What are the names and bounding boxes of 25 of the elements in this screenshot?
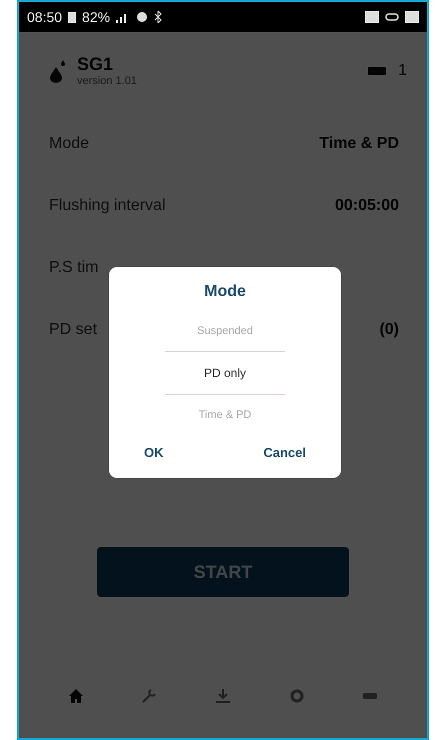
battery-level: 82% <box>82 9 110 25</box>
setting-label: Mode <box>49 135 90 153</box>
device-count: 1 <box>398 62 407 80</box>
ok-button[interactable]: OK <box>140 441 168 464</box>
download-icon[interactable] <box>214 688 231 704</box>
status-time: 08:50 <box>27 9 62 25</box>
setting-label: PD set <box>49 321 98 339</box>
setting-value[interactable]: Time & PD <box>319 135 399 153</box>
dialog-title: Mode <box>204 283 246 301</box>
bluetooth-icon <box>154 11 162 23</box>
mode-option[interactable]: Time & PD <box>165 395 285 435</box>
droplet-icon <box>49 58 67 82</box>
cancel-button[interactable]: Cancel <box>259 441 310 464</box>
home-icon[interactable] <box>68 688 84 704</box>
setting-label: Flushing interval <box>49 197 166 215</box>
battery-icon <box>68 11 76 23</box>
setting-label: P.S tim <box>49 259 98 277</box>
device-name: SG1 <box>77 54 114 75</box>
setting-value[interactable]: (0) <box>379 321 399 339</box>
mode-option[interactable]: Suspended <box>165 311 285 351</box>
wrench-icon[interactable] <box>141 688 158 704</box>
battery-icon <box>368 66 388 76</box>
setting-value[interactable]: 00:05:00 <box>334 197 399 215</box>
mode-option[interactable]: PD only <box>165 352 285 394</box>
link-icon <box>385 13 399 21</box>
